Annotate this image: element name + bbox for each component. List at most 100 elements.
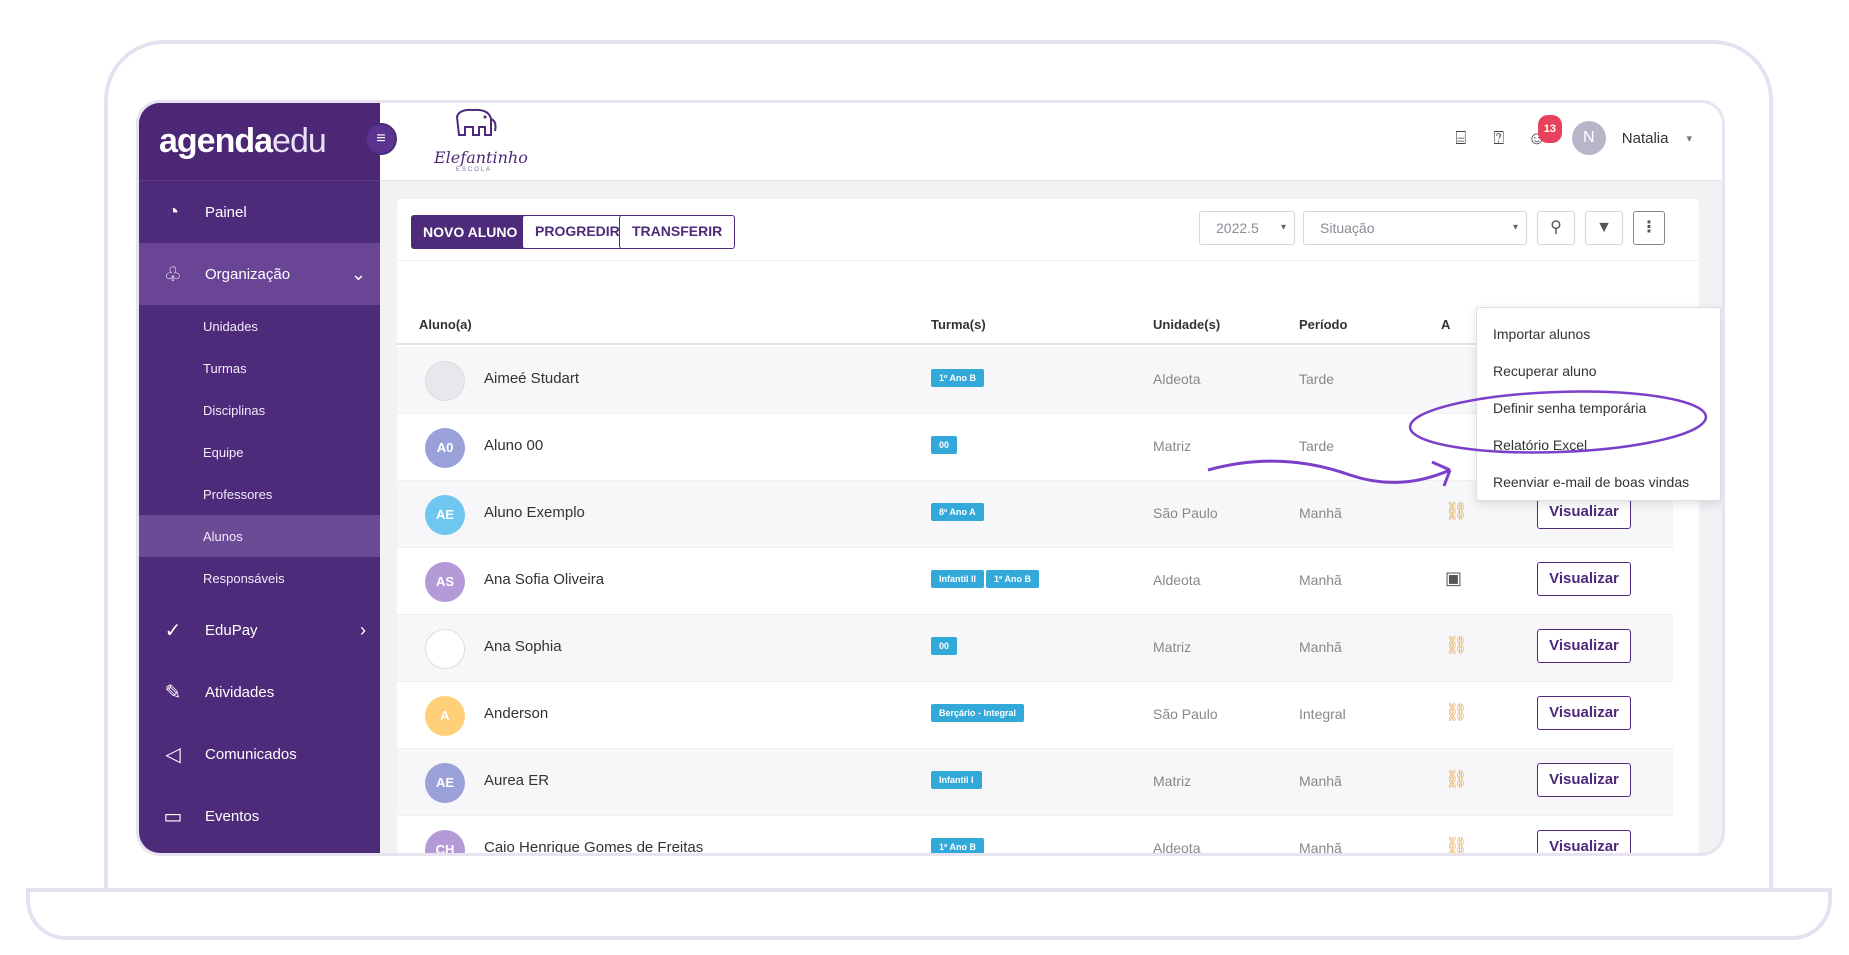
status-select[interactable]: Situação ▾: [1303, 211, 1527, 245]
pen-icon: ✎: [164, 681, 182, 704]
student-name[interactable]: Caio Henrique Gomes de Freitas: [484, 839, 703, 853]
search-button[interactable]: ⚲: [1537, 211, 1575, 245]
year-select[interactable]: 2022.5 ▾: [1199, 211, 1295, 245]
megaphone-icon: ◁: [165, 743, 181, 766]
avatar: CH: [425, 830, 465, 853]
class-tags: 1º Ano B: [931, 369, 984, 387]
topbar: Elefantinho ESCOLA ⌸ ⍰ ☺ 13 N Natalia ▾: [380, 103, 1722, 181]
class-tag: Infantil I: [931, 771, 982, 789]
toolbar: NOVO ALUNO PROGREDIR TRANSFERIR 2022.5 ▾ …: [397, 199, 1699, 261]
student-name[interactable]: Aluno Exemplo: [484, 504, 585, 521]
students-card: NOVO ALUNO PROGREDIR TRANSFERIR 2022.5 ▾ …: [397, 199, 1721, 856]
chevron-down-icon[interactable]: ▾: [1686, 132, 1692, 145]
avatar[interactable]: N: [1571, 121, 1606, 155]
link-icon[interactable]: ⛓: [1445, 501, 1468, 522]
class-tags: Infantil I: [931, 771, 982, 789]
unit-cell: Matriz: [1153, 438, 1192, 454]
checkmark-icon: ✓: [164, 619, 182, 642]
user-name[interactable]: Natalia: [1622, 130, 1669, 147]
sidebar-sub-turmas[interactable]: Turmas: [139, 347, 380, 389]
class-tags: 8º Ano A: [931, 503, 984, 521]
period-cell: Manhã: [1299, 572, 1342, 588]
view-button[interactable]: Visualizar: [1537, 696, 1631, 730]
more-options-menu: Importar alunos Recuperar aluno Definir …: [1476, 307, 1721, 501]
menu-item-import[interactable]: Importar alunos: [1477, 316, 1720, 353]
chat-icon[interactable]: ☺ 13: [1524, 115, 1563, 151]
notification-badge: 13: [1537, 115, 1563, 143]
col-unit: Unidade(s): [1153, 317, 1221, 332]
filter-button[interactable]: ▼: [1585, 211, 1623, 245]
avatar: AE: [425, 495, 465, 535]
avatar: [425, 629, 465, 669]
sidebar-sub-responsaveis[interactable]: Responsáveis: [139, 557, 380, 599]
sidebar-item-painel[interactable]: ◔ Painel: [139, 181, 380, 243]
gift-icon[interactable]: ⌸: [1448, 125, 1474, 151]
laptop-base: [26, 888, 1832, 940]
unit-cell: São Paulo: [1153, 505, 1218, 521]
view-button[interactable]: Visualizar: [1537, 830, 1631, 853]
class-tags: Infantil II 1º Ano B: [931, 570, 1039, 588]
unit-cell: Matriz: [1153, 773, 1192, 789]
student-name[interactable]: Aluno 00: [484, 437, 543, 454]
student-name[interactable]: Ana Sofia Oliveira: [484, 571, 604, 588]
avatar: A0: [425, 428, 465, 468]
school-name: Elefantinho: [434, 148, 528, 167]
menu-item-resend-welcome[interactable]: Reenviar e-mail de boas vindas: [1477, 464, 1720, 501]
table-row: Ana Sophia 00 Matriz Manhã ⛓ Visualizar: [397, 615, 1673, 682]
sidebar-sub-equipe[interactable]: Equipe: [139, 431, 380, 473]
search-icon: ⚲: [1550, 219, 1562, 236]
sidebar-item-label: Organização: [205, 265, 291, 283]
menu-item-temp-password[interactable]: Definir senha temporária: [1477, 390, 1720, 427]
sidebar-sub-disciplinas[interactable]: Disciplinas: [139, 389, 380, 431]
sidebar-item-label: Atividades: [205, 683, 275, 701]
progress-button[interactable]: PROGREDIR: [522, 215, 633, 249]
link-icon[interactable]: ⛓: [1445, 769, 1468, 790]
sidebar-item-edupay[interactable]: ✓ EduPay ›: [139, 599, 380, 661]
unit-cell: Matriz: [1153, 639, 1192, 655]
chevron-down-icon: ▾: [1280, 222, 1286, 233]
sidebar-sub-alunos[interactable]: Alunos: [139, 515, 380, 557]
sidebar-sub-unidades[interactable]: Unidades: [139, 305, 380, 347]
class-tags: 1º Ano B: [931, 838, 984, 853]
unit-cell: Aldeota: [1153, 840, 1201, 856]
transfer-button[interactable]: TRANSFERIR: [619, 215, 736, 249]
sidebar-item-eventos[interactable]: ▭ Eventos: [139, 785, 380, 847]
brand-logo: agendaedu: [139, 103, 380, 181]
view-button[interactable]: Visualizar: [1537, 562, 1631, 596]
sidebar-item-comunicados[interactable]: ◁ Comunicados: [139, 723, 380, 785]
elephant-icon: [455, 108, 497, 136]
school-subtitle: ESCOLA: [455, 167, 493, 173]
student-name[interactable]: Anderson: [484, 705, 548, 722]
link-icon[interactable]: ⛓: [1445, 702, 1468, 723]
help-icon[interactable]: ⍰: [1486, 125, 1512, 151]
hamburger-icon[interactable]: ≡: [365, 123, 397, 155]
calendar-icon: ▭: [163, 805, 183, 828]
sidebar-sub-professores[interactable]: Professores: [139, 473, 380, 515]
menu-item-recover[interactable]: Recuperar aluno: [1477, 353, 1720, 390]
new-student-button[interactable]: NOVO ALUNO: [411, 215, 530, 249]
view-button[interactable]: Visualizar: [1537, 763, 1631, 797]
link-icon[interactable]: ⛓: [1445, 836, 1468, 853]
col-period: Período: [1299, 317, 1348, 332]
table-row: AE Aurea ER Infantil I Matriz Manhã ⛓ Vis…: [397, 749, 1673, 816]
image-icon[interactable]: ▣: [1445, 568, 1462, 589]
student-name[interactable]: Aurea ER: [484, 772, 549, 789]
link-icon[interactable]: ⛓: [1445, 635, 1468, 656]
more-options-button[interactable]: ⋮: [1633, 211, 1665, 245]
period-cell: Manhã: [1299, 639, 1342, 655]
menu-item-excel-report[interactable]: Relatório Excel: [1477, 427, 1720, 464]
sidebar-item-atividades[interactable]: ✎ Atividades: [139, 661, 380, 723]
class-tag: Infantil II: [931, 570, 984, 588]
period-cell: Manhã: [1299, 840, 1342, 856]
sidebar-item-label: EduPay: [205, 621, 258, 639]
table-row: AS Ana Sofia Oliveira Infantil II 1º Ano …: [397, 548, 1673, 615]
app-screen: agendaedu ◔ Painel ♧ Organização ⌄ Unida…: [136, 100, 1725, 856]
student-name[interactable]: Aimeé Studart: [484, 370, 579, 387]
period-cell: Tarde: [1299, 438, 1335, 454]
filter-icon: ▼: [1596, 219, 1612, 236]
view-button[interactable]: Visualizar: [1537, 629, 1631, 663]
sidebar-item-organizacao[interactable]: ♧ Organização ⌄: [139, 243, 380, 305]
col-access: A: [1441, 317, 1451, 332]
class-tags: 00: [931, 637, 958, 655]
student-name[interactable]: Ana Sophia: [484, 638, 562, 655]
